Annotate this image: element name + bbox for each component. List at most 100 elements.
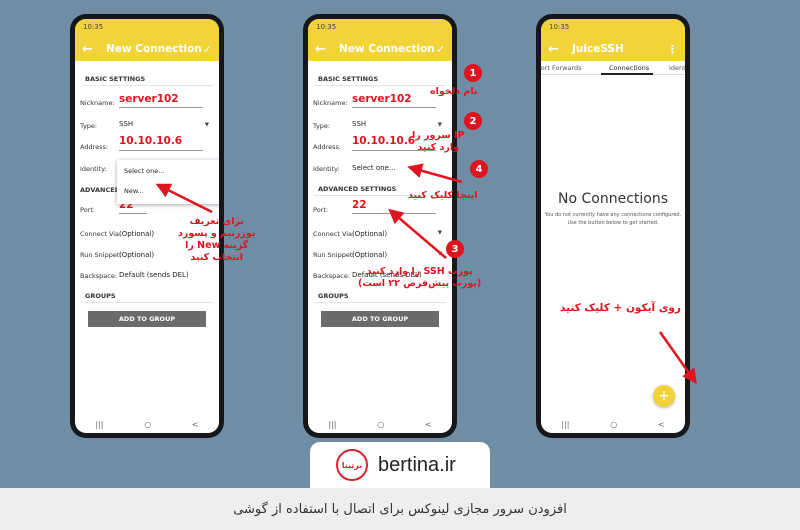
tab-bar: Port Forwards Connections Identities <box>541 61 685 75</box>
step-1-badge: 1 <box>464 64 482 82</box>
divider <box>81 302 213 303</box>
step-2-badge: 2 <box>464 112 482 130</box>
divider <box>314 85 446 86</box>
basic-settings-heading: BASIC SETTINGS <box>318 75 379 83</box>
tab-port-forwards[interactable]: Port Forwards <box>541 64 581 72</box>
address-field[interactable]: 10.10.10.6 <box>352 135 415 147</box>
check-icon[interactable]: ✓ <box>203 43 212 56</box>
port-underline <box>119 213 147 214</box>
divider <box>314 302 446 303</box>
identity-label: Identity: <box>80 165 107 173</box>
backspace-select[interactable]: Default (sends DEL) <box>119 271 189 279</box>
annotation-step-1: نام دلخواه <box>430 86 478 97</box>
phone-2-screen: 10:35 ← New Connection ✓ BASIC SETTINGS … <box>308 19 452 433</box>
empty-state-title: No Connections <box>558 191 668 207</box>
identity-dropdown: Select one... New... <box>117 160 219 204</box>
identity-label: Identity: <box>313 165 340 173</box>
advanced-settings-heading: ADVANCED <box>80 186 121 194</box>
dropdown-option-select[interactable]: Select one... <box>124 167 164 175</box>
caret-down-icon[interactable]: ▼ <box>438 122 442 128</box>
recent-apps-icon[interactable]: ||| <box>328 420 336 429</box>
caret-down-icon[interactable]: ▼ <box>438 230 442 236</box>
nav-back-icon[interactable]: < <box>658 420 665 429</box>
annotation-step-3: پورت SSH را وارد کنید (پورت پیش‌فرض ۲۲ ا… <box>358 266 482 289</box>
status-bar: 10:35 <box>75 19 219 37</box>
run-snippet-select[interactable]: (Optional) <box>352 251 387 259</box>
app-bar: ← New Connection ✓ <box>75 37 219 61</box>
type-label: Type: <box>313 122 331 130</box>
add-to-group-button[interactable]: ADD TO GROUP <box>321 311 439 327</box>
home-icon[interactable]: ○ <box>610 420 617 429</box>
step-4-badge: 4 <box>470 160 488 178</box>
brand-box: برتینا bertina.ir <box>310 442 490 488</box>
nav-bar: ||| ○ < <box>541 415 685 433</box>
tab-connections[interactable]: Connections <box>609 64 649 72</box>
phone-2: 10:35 ← New Connection ✓ BASIC SETTINGS … <box>303 14 457 438</box>
screen-title: New Connection <box>339 43 435 55</box>
nav-back-icon[interactable]: < <box>425 420 432 429</box>
more-vert-icon[interactable]: ⋮ <box>667 43 678 56</box>
status-bar: 10:35 <box>541 19 685 37</box>
nav-back-icon[interactable]: < <box>192 420 199 429</box>
caret-down-icon[interactable]: ▼ <box>438 251 442 257</box>
basic-settings-heading: BASIC SETTINGS <box>85 75 146 83</box>
brand-logo: برتینا <box>336 449 368 481</box>
caret-down-icon[interactable]: ▼ <box>205 122 209 128</box>
type-select[interactable]: SSH <box>352 120 366 128</box>
nickname-label: Nickname: <box>313 99 348 107</box>
check-icon[interactable]: ✓ <box>436 43 445 56</box>
annotation-step-2: IP سرور را وارد کنید <box>412 130 465 153</box>
brand-name[interactable]: bertina.ir <box>378 454 456 477</box>
groups-heading: GROUPS <box>85 292 116 300</box>
step-3-badge: 3 <box>446 240 464 258</box>
add-connection-fab[interactable]: + <box>653 385 675 407</box>
status-bar: 10:35 <box>308 19 452 37</box>
address-label: Address: <box>313 143 342 151</box>
screen-title: New Connection <box>106 43 202 55</box>
back-arrow-icon[interactable]: ← <box>82 42 98 57</box>
connect-via-select[interactable]: (Optional) <box>119 230 154 238</box>
nickname-field[interactable]: server102 <box>119 93 179 105</box>
connect-via-label: Connect Via: <box>80 230 122 238</box>
footer-caption: افزودن سرور مجازی لینوکس برای اتصال با ا… <box>0 488 800 530</box>
add-to-group-button[interactable]: ADD TO GROUP <box>88 311 206 327</box>
advanced-settings-heading: ADVANCED SETTINGS <box>318 185 397 193</box>
nickname-field[interactable]: server102 <box>352 93 412 105</box>
empty-state-line1: You do not currently have any connection… <box>544 212 682 218</box>
run-snippet-select[interactable]: (Optional) <box>119 251 154 259</box>
home-icon[interactable]: ○ <box>144 420 151 429</box>
active-tab-indicator <box>601 73 653 75</box>
port-label: Port: <box>313 206 329 214</box>
nav-bar: ||| ○ < <box>308 415 452 433</box>
back-arrow-icon[interactable]: ← <box>548 42 564 57</box>
back-arrow-icon[interactable]: ← <box>315 42 331 57</box>
address-field[interactable]: 10.10.10.6 <box>119 135 182 147</box>
phone-3: 10:35 ← JuiceSSH ⋮ Port Forwards Connect… <box>536 14 690 438</box>
home-icon[interactable]: ○ <box>377 420 384 429</box>
annotation-step-4: اینجا کلیک کنید <box>408 190 478 201</box>
nav-bar: ||| ○ < <box>75 415 219 433</box>
port-field[interactable]: 22 <box>352 199 367 211</box>
connect-via-label: Connect Via: <box>313 230 355 238</box>
connect-via-select[interactable]: (Optional) <box>352 230 387 238</box>
annotation-new-option: برای تعریف یوزرنیم و پسورد گزینه New را … <box>178 216 256 263</box>
port-label: Port: <box>80 206 96 214</box>
groups-heading: GROUPS <box>318 292 349 300</box>
type-select[interactable]: SSH <box>119 120 133 128</box>
identity-select[interactable]: Select one... <box>352 164 396 172</box>
port-underline <box>352 213 436 214</box>
app-bar: ← New Connection ✓ <box>308 37 452 61</box>
type-label: Type: <box>80 122 98 130</box>
address-label: Address: <box>80 143 109 151</box>
recent-apps-icon[interactable]: ||| <box>95 420 103 429</box>
address-underline <box>119 150 203 151</box>
screen-title: JuiceSSH <box>572 43 624 55</box>
nickname-underline <box>119 107 203 108</box>
dropdown-option-new[interactable]: New... <box>124 187 144 195</box>
recent-apps-icon[interactable]: ||| <box>561 420 569 429</box>
nickname-label: Nickname: <box>80 99 115 107</box>
backspace-label: Backspace: <box>80 272 118 280</box>
app-bar: ← JuiceSSH ⋮ <box>541 37 685 61</box>
tab-identities[interactable]: Identities <box>669 64 685 72</box>
phone-3-screen: 10:35 ← JuiceSSH ⋮ Port Forwards Connect… <box>541 19 685 433</box>
